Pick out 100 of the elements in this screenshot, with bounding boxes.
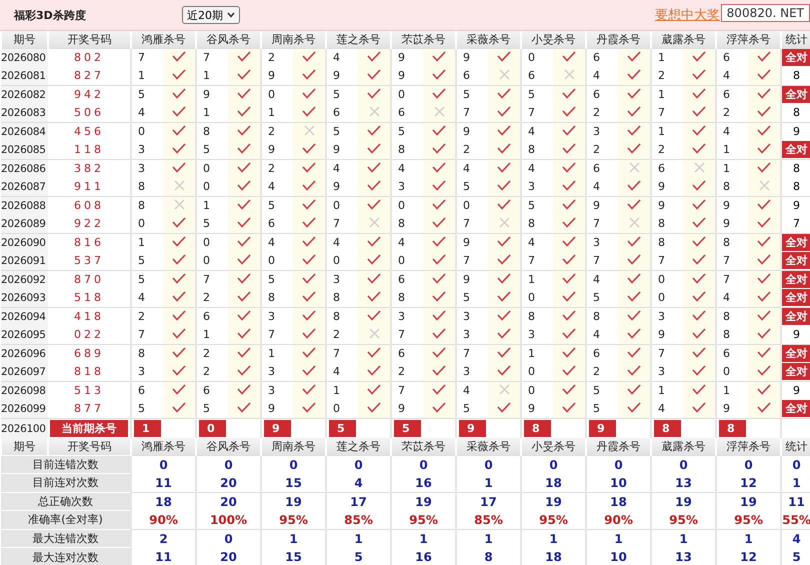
kill-number: 6 <box>722 347 730 360</box>
kill-number: 7 <box>397 384 405 397</box>
stat-value: 1 <box>484 476 493 490</box>
stat-value: 0 <box>744 458 753 472</box>
kill-number: 5 <box>137 273 145 286</box>
kill-number: 5 <box>202 217 210 230</box>
kill-number: 4 <box>137 106 145 119</box>
column-header: 丹霞杀号 <box>586 438 651 455</box>
kill-number: 4 <box>332 51 340 64</box>
kill-number: 4 <box>397 236 405 249</box>
kill-number: 2 <box>592 365 600 378</box>
kill-number: 2 <box>202 365 210 378</box>
all-correct-badge: 全对 <box>782 49 810 66</box>
kill-number: 0 <box>267 254 275 267</box>
kill-number: 5 <box>462 180 470 193</box>
column-header: 周南杀号 <box>261 31 326 48</box>
stat-value: 18 <box>610 494 627 508</box>
stat-value: 90% <box>604 512 633 526</box>
draw-number: 922 <box>74 217 104 230</box>
column-header: 周南杀号 <box>261 438 326 455</box>
kill-number: 6 <box>397 106 405 119</box>
kill-number: 9 <box>332 143 340 156</box>
kill-number: 2 <box>137 310 145 323</box>
stat-value: 5 <box>354 550 363 564</box>
kill-number: 0 <box>657 291 665 304</box>
draw-number: 827 <box>74 69 104 82</box>
kill-number: 1 <box>137 69 145 82</box>
kill-number: 5 <box>137 88 145 101</box>
kill-number: 0 <box>137 125 145 138</box>
stat-label: 目前连对次数 <box>1 474 131 492</box>
stat-value: 12 <box>740 550 757 564</box>
kill-number: 7 <box>202 51 210 64</box>
kill-number: 8 <box>332 310 340 323</box>
stat-value: 1 <box>484 532 493 546</box>
period-number: 2026084 <box>1 126 46 138</box>
period-number: 2026092 <box>1 274 46 286</box>
kill-number: 3 <box>137 143 145 156</box>
stat-value: 11 <box>788 494 805 508</box>
column-header: 小旻杀号 <box>521 31 586 48</box>
period-number: 2026081 <box>1 70 46 82</box>
correct-count: 8 <box>793 180 800 193</box>
kill-number: 4 <box>527 162 535 175</box>
kill-number: 0 <box>202 254 210 267</box>
kill-number: 7 <box>462 254 470 267</box>
kill-number: 8 <box>137 347 145 360</box>
stat-value: 0 <box>224 458 233 472</box>
period-select[interactable]: 近20期 <box>182 6 240 24</box>
kill-number: 7 <box>462 217 470 230</box>
column-header: 期号 <box>1 438 48 455</box>
kill-number: 4 <box>592 328 600 341</box>
kill-number: 3 <box>397 180 405 193</box>
period-number: 2026098 <box>1 385 46 397</box>
correct-count: 9 <box>793 328 800 341</box>
kill-number: 3 <box>267 384 275 397</box>
period-number: 2026085 <box>1 144 46 156</box>
kill-number: 3 <box>137 365 145 378</box>
kill-number: 1 <box>657 125 665 138</box>
all-correct-badge: 全对 <box>782 141 810 158</box>
kill-number: 7 <box>332 347 340 360</box>
column-header: 小旻杀号 <box>521 438 586 455</box>
kill-number: 0 <box>202 180 210 193</box>
stat-value: 0 <box>224 532 233 546</box>
draw-number: 689 <box>74 347 104 360</box>
all-correct-badge: 全对 <box>782 252 810 269</box>
draw-number: 506 <box>74 106 104 119</box>
current-kill-number: 5 <box>394 420 421 437</box>
stat-value: 1 <box>679 532 688 546</box>
kill-number: 7 <box>137 328 145 341</box>
kill-number: 1 <box>202 199 210 212</box>
kill-number: 0 <box>332 199 340 212</box>
kill-number: 4 <box>332 236 340 249</box>
stat-value: 11 <box>155 476 172 490</box>
kill-number: 5 <box>527 88 535 101</box>
stat-value: 19 <box>545 494 562 508</box>
current-kill-number: 8 <box>654 420 681 437</box>
current-kill-number: 9 <box>589 420 616 437</box>
kill-number: 9 <box>397 402 405 415</box>
correct-count: 8 <box>793 106 800 119</box>
column-header: 芣苡杀号 <box>391 438 456 455</box>
kill-number: 0 <box>137 217 145 230</box>
all-correct-badge: 全对 <box>782 363 810 380</box>
kill-number: 3 <box>657 365 665 378</box>
kill-number: 8 <box>332 291 340 304</box>
kill-number: 3 <box>462 328 470 341</box>
kill-number: 0 <box>397 88 405 101</box>
kill-number: 2 <box>202 347 210 360</box>
stat-label: 总正确次数 <box>1 492 131 510</box>
kill-number: 6 <box>202 310 210 323</box>
kill-number: 8 <box>137 180 145 193</box>
stat-value: 1 <box>792 476 801 490</box>
column-header: 莲之杀号 <box>326 438 391 455</box>
kill-number: 6 <box>592 162 600 175</box>
kill-number: 9 <box>267 69 275 82</box>
all-correct-badge: 全对 <box>782 234 810 251</box>
kill-number: 6 <box>592 347 600 360</box>
kill-number: 1 <box>202 106 210 119</box>
kill-number: 1 <box>267 347 275 360</box>
kill-number: 3 <box>267 365 275 378</box>
kill-number: 4 <box>527 236 535 249</box>
kill-number: 6 <box>397 273 405 286</box>
